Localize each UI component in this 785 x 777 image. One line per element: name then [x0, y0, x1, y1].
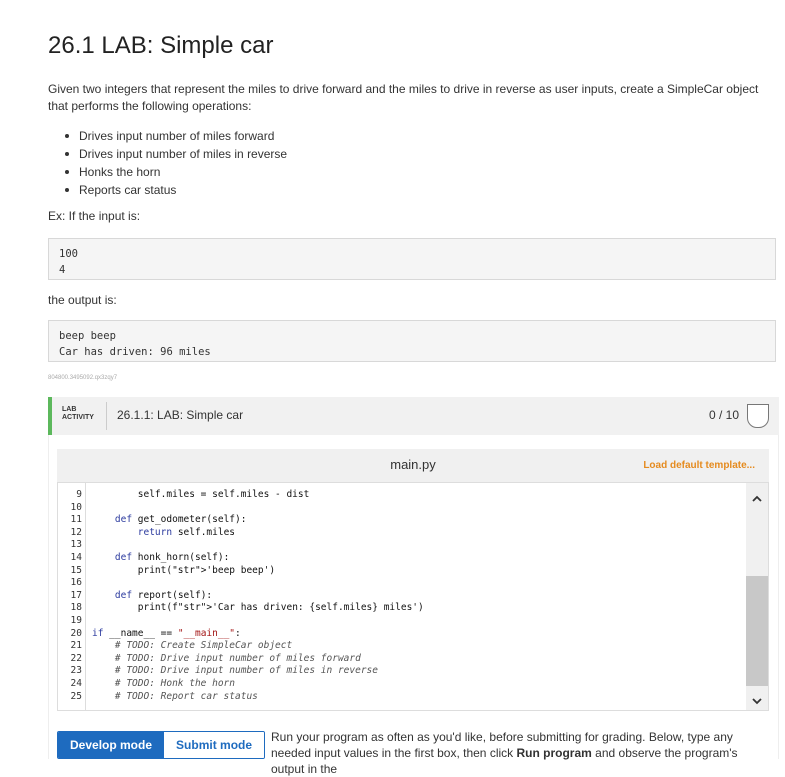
lab-score: 0 / 10	[708, 408, 739, 422]
code-line: 21 # TODO: Create SimpleCar object	[58, 640, 738, 653]
submit-mode-button[interactable]: Submit mode	[164, 732, 265, 758]
divider	[106, 402, 107, 430]
code-text: self.miles = self.miles - dist	[92, 489, 310, 500]
code-line: 12 return self.miles	[58, 527, 738, 540]
lab-activity-tag: LAB ACTIVITY	[62, 406, 94, 422]
scroll-thumb[interactable]	[746, 576, 768, 686]
example-input-block: 100 4	[48, 238, 776, 280]
code-line: 16	[58, 577, 738, 590]
completion-badge-icon	[747, 404, 769, 428]
code-editor[interactable]: 9 self.miles = self.miles - dist 10 11 def…	[57, 482, 769, 711]
list-item: Drives input number of miles forward	[62, 127, 287, 145]
code-line: 15 print("str">'beep beep')	[58, 565, 738, 578]
lab-tag-line2: ACTIVITY	[62, 414, 94, 421]
code-text: return self.miles	[137, 526, 236, 538]
editor-scrollbar[interactable]	[746, 483, 768, 710]
code-text: def get_odometer(self):	[114, 514, 247, 526]
line-number: 11	[70, 514, 82, 526]
chevron-down-icon[interactable]	[751, 695, 763, 707]
lab-name: 26.1.1: LAB: Simple car	[117, 408, 244, 422]
line-number: 14	[70, 552, 82, 563]
list-item: Drives input number of miles in reverse	[62, 145, 287, 163]
code-text: # TODO: Drive input number of miles forw…	[114, 652, 361, 664]
line-number: 18	[70, 602, 82, 614]
code-text: def honk_horn(self):	[114, 552, 230, 563]
line-number: 12	[70, 526, 82, 538]
code-line: 13	[58, 539, 738, 552]
code-line: 24 # TODO: Honk the horn	[58, 678, 738, 691]
line-number: 19	[70, 615, 82, 626]
list-item: Honks the horn	[62, 163, 287, 181]
line-number: 21	[70, 640, 82, 652]
run-program-label: Run program	[516, 746, 592, 760]
lab-activity-header: LAB ACTIVITY 26.1.1: LAB: Simple car 0 /…	[48, 397, 779, 435]
code-text: print(f"str">'Car has driven: {self.mile…	[92, 602, 424, 614]
code-line: 18 print(f"str">'Car has driven: {self.m…	[58, 602, 738, 615]
lab-description: Given two integers that represent the mi…	[48, 82, 759, 113]
code-line: 23 # TODO: Drive input number of miles i…	[58, 665, 738, 678]
code-text: print("str">'beep beep')	[92, 564, 276, 576]
operations-list: Drives input number of miles forward Dri…	[62, 127, 287, 199]
code-line: 9 self.miles = self.miles - dist	[58, 489, 738, 502]
code-text: # TODO: Honk the horn	[114, 678, 235, 689]
code-line: 14 def honk_horn(self):	[58, 552, 738, 565]
line-number: 23	[70, 665, 82, 677]
code-line: 10	[58, 502, 738, 515]
code-text: if __name__ == "__main__":	[92, 627, 241, 639]
code-line: 17 def report(self):	[58, 590, 738, 603]
line-number: 20	[70, 627, 82, 639]
code-text: # TODO: Drive input number of miles in r…	[114, 665, 378, 677]
line-number: 24	[70, 678, 82, 689]
code-line: 19	[58, 615, 738, 628]
line-number: 22	[70, 652, 82, 664]
line-number: 13	[70, 539, 82, 551]
line-number: 16	[70, 577, 82, 589]
line-number: 9	[76, 489, 82, 500]
develop-mode-button[interactable]: Develop mode	[58, 732, 165, 758]
output-intro: the output is:	[48, 293, 117, 307]
line-number: 17	[70, 589, 82, 601]
code-line: 25 # TODO: Report car status	[58, 691, 738, 704]
code-line: 20 if __name__ == "__main__":	[58, 628, 738, 641]
run-instructions: Run your program as often as you'd like,…	[271, 729, 771, 777]
editor-panel: main.py Load default template... 9 self.…	[57, 449, 769, 711]
lab-tag-line1: LAB	[62, 406, 77, 413]
mode-toggle: Develop mode Submit mode	[57, 731, 266, 759]
example-output-block: beep beep Car has driven: 96 miles	[48, 320, 776, 362]
chevron-up-icon[interactable]	[751, 493, 763, 505]
example-intro: Ex: If the input is:	[48, 209, 141, 223]
code-line: 11 def get_odometer(self):	[58, 514, 738, 527]
page-title: 26.1 LAB: Simple car	[48, 32, 274, 59]
content-id: 804800.3495092.qx3zqy7	[48, 375, 118, 381]
code-text: def report(self):	[114, 589, 213, 601]
load-default-template-link[interactable]: Load default template...	[643, 460, 755, 471]
line-number: 25	[70, 690, 82, 702]
line-number: 10	[70, 501, 82, 513]
code-line: 22 # TODO: Drive input number of miles f…	[58, 653, 738, 666]
code-text: # TODO: Create SimpleCar object	[114, 640, 293, 652]
line-number: 15	[70, 564, 82, 576]
list-item: Reports car status	[62, 181, 287, 199]
code-text: # TODO: Report car status	[114, 690, 258, 702]
